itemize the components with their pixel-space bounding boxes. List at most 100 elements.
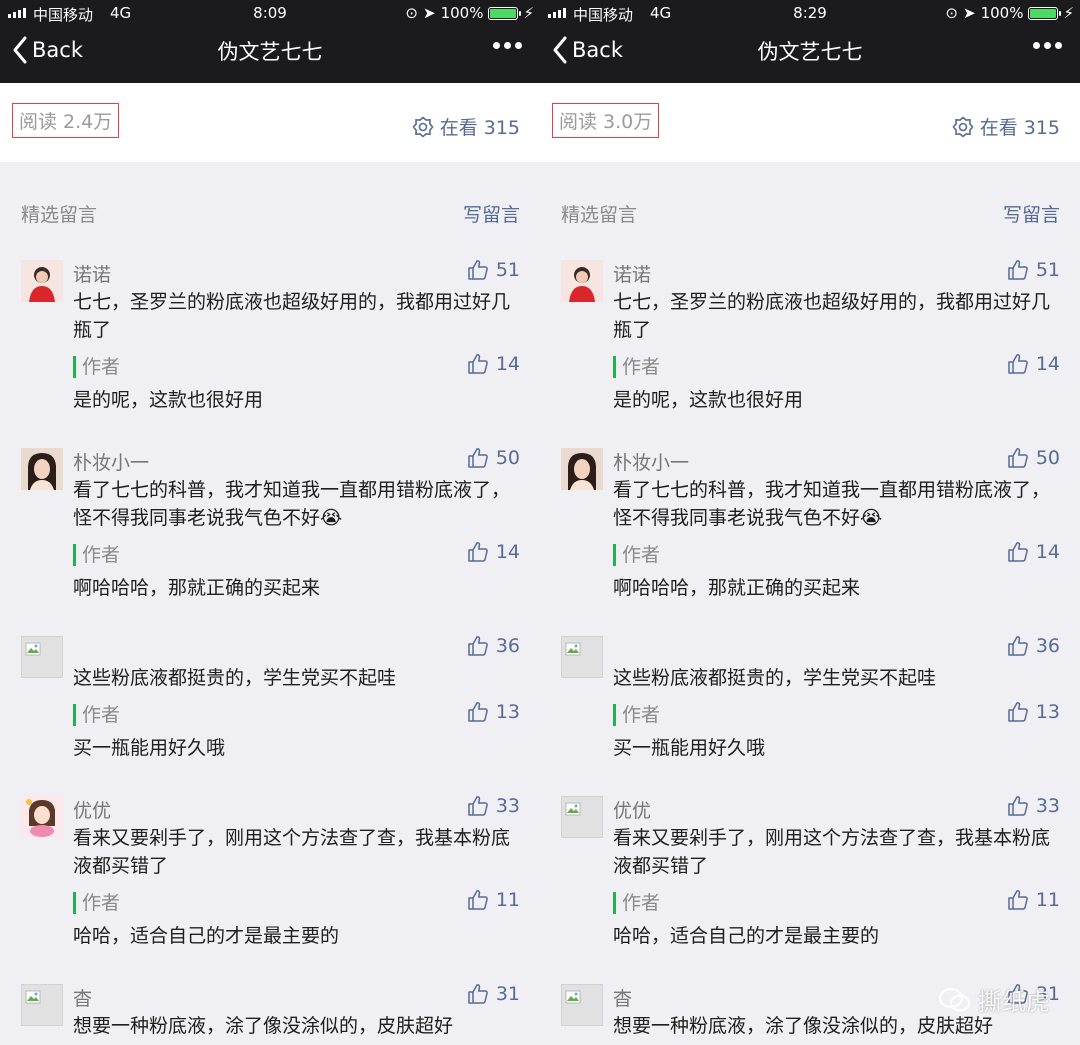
- avatar-placeholder: [561, 984, 603, 1026]
- thumbs-up-icon: [468, 984, 488, 1004]
- commenter-name: 诺诺: [613, 264, 652, 286]
- avatar: [21, 448, 63, 490]
- comment-text: 看来又要剁手了，刚用这个方法查了查，我基本粉底液都买错了: [73, 827, 511, 877]
- comment-item: 优优 33 看来又要剁手了，刚用这个方法查了查，我基本粉底液都买错了 作者 11…: [0, 794, 540, 982]
- avatar-placeholder: [561, 796, 603, 838]
- comment-item: 诺诺 51 七七，圣罗兰的粉底液也超级好用的，我都用过好几瓶了 作者 14 是的…: [540, 258, 1080, 446]
- avatar: [561, 448, 603, 490]
- nav-row: Back 伪文艺七七: [540, 32, 1080, 74]
- thumbs-up-icon: [468, 542, 488, 562]
- selected-comments-header: 精选留言 写留言: [0, 162, 540, 258]
- orientation-lock-icon: ⊙: [405, 4, 418, 22]
- like-count: 33: [495, 795, 520, 817]
- broken-image-icon: [25, 642, 41, 656]
- like-button[interactable]: 50: [1006, 446, 1060, 470]
- commenter-name: 杳: [613, 988, 633, 1010]
- like-button[interactable]: 36: [1006, 634, 1060, 658]
- write-comment-button[interactable]: 写留言: [1003, 200, 1060, 227]
- comment-item: 36 这些粉底液都挺贵的，学生党买不起哇 作者 13 买一瓶能用好久哦: [540, 634, 1080, 794]
- comment-item: 朴妆小一 50 看了七七的科普，我才知道我一直都用错粉底液了，怪不得我同事老说我…: [0, 446, 540, 634]
- right-screenshot: 中国移动 4G 8:29 ⊙ ➤ 100% ⚡ Back 伪文艺七七 阅读 3.…: [540, 0, 1080, 1045]
- write-comment-button[interactable]: 写留言: [463, 200, 520, 227]
- read-count: 阅读 2.4万: [12, 103, 120, 138]
- wechat-icon: [939, 987, 970, 1011]
- reply-like-button[interactable]: 13: [466, 700, 520, 724]
- author-reply-header: 作者 14: [73, 350, 520, 386]
- reply-like-button[interactable]: 11: [1006, 888, 1060, 912]
- status-right: ⊙ ➤ 100% ⚡: [405, 4, 534, 22]
- author-reply-header: 作者 14: [613, 538, 1060, 574]
- watching-label: 在看 315: [439, 117, 520, 139]
- commenter-name: 优优: [73, 800, 112, 822]
- author-reply-header: 作者 14: [613, 350, 1060, 386]
- comment-header: 朴妆小一 50: [73, 446, 520, 476]
- comment-text: 看来又要剁手了，刚用这个方法查了查，我基本粉底液都买错了: [613, 827, 1051, 877]
- thumbs-up-icon: [468, 636, 488, 656]
- comment-header: 诺诺 51: [73, 258, 520, 288]
- author-label: 作者: [613, 544, 660, 566]
- charging-icon: ⚡: [1063, 4, 1074, 22]
- reply-like-button[interactable]: 14: [1006, 352, 1060, 376]
- avatar: [21, 796, 63, 838]
- author-reply-header: 作者 11: [613, 886, 1060, 922]
- like-button[interactable]: 51: [466, 258, 520, 282]
- reply-text: 哈哈，适合自己的才是最主要的: [613, 925, 880, 947]
- avatar-placeholder: [21, 984, 63, 1026]
- like-button[interactable]: 51: [1006, 258, 1060, 282]
- reply-like-count: 14: [495, 353, 520, 375]
- author-label: 作者: [613, 704, 660, 726]
- like-count: 51: [1035, 259, 1060, 281]
- thumbs-up-icon: [1008, 260, 1028, 280]
- reply-like-count: 11: [495, 889, 520, 911]
- like-button[interactable]: 36: [466, 634, 520, 658]
- watching-button[interactable]: 在看 315: [952, 113, 1060, 140]
- more-icon[interactable]: [1033, 42, 1062, 49]
- avatar-placeholder: [561, 636, 603, 678]
- comment-text: 七七，圣罗兰的粉底液也超级好用的，我都用过好几瓶了: [73, 291, 511, 341]
- reply-text: 买一瓶能用好久哦: [73, 737, 226, 759]
- comment-text: 看了七七的科普，我才知道我一直都用错粉底液了，怪不得我同事老说我气色不好😭: [73, 479, 511, 529]
- comment-item: 36 这些粉底液都挺贵的，学生党买不起哇 作者 13 买一瓶能用好久哦: [0, 634, 540, 794]
- comment-item: 杳 31 想要一种粉底液，涂了像没涂似的，皮肤超好: [0, 982, 540, 1045]
- watermark-text: 撕纸虎: [978, 988, 1050, 1016]
- like-button[interactable]: 31: [466, 982, 520, 1006]
- reply-like-button[interactable]: 14: [1006, 540, 1060, 564]
- top-bar: 中国移动 4G 8:09 ⊙ ➤ 100% ⚡ Back 伪文艺七七: [0, 0, 540, 83]
- like-button[interactable]: 33: [466, 794, 520, 818]
- reply-text: 啊哈哈哈，那就正确的买起来: [613, 577, 861, 599]
- comment-header: 36: [73, 634, 520, 664]
- like-button[interactable]: 50: [466, 446, 520, 470]
- more-icon[interactable]: [493, 42, 522, 49]
- broken-image-icon: [565, 802, 581, 816]
- stats-bar: 阅读 2.4万 在看 315: [0, 83, 540, 162]
- thumbs-up-icon: [1008, 542, 1028, 562]
- like-button[interactable]: 33: [1006, 794, 1060, 818]
- commenter-name: 朴妆小一: [73, 452, 150, 474]
- left-screenshot: 中国移动 4G 8:09 ⊙ ➤ 100% ⚡ Back 伪文艺七七 阅读 2.…: [0, 0, 540, 1045]
- reply-text: 买一瓶能用好久哦: [613, 737, 766, 759]
- like-count: 33: [1035, 795, 1060, 817]
- comment-item: 朴妆小一 50 看了七七的科普，我才知道我一直都用错粉底液了，怪不得我同事老说我…: [540, 446, 1080, 634]
- reply-like-button[interactable]: 13: [1006, 700, 1060, 724]
- section-title: 精选留言: [561, 204, 638, 226]
- commenter-name: 诺诺: [73, 264, 112, 286]
- reply-like-button[interactable]: 11: [466, 888, 520, 912]
- reply-like-button[interactable]: 14: [466, 540, 520, 564]
- thumbs-up-icon: [1008, 636, 1028, 656]
- like-count: 51: [495, 259, 520, 281]
- comment-item: 优优 33 看来又要剁手了，刚用这个方法查了查，我基本粉底液都买错了 作者 11…: [540, 794, 1080, 982]
- author-reply-header: 作者 13: [613, 698, 1060, 734]
- thumbs-up-icon: [468, 702, 488, 722]
- status-bar: 中国移动 4G 8:29 ⊙ ➤ 100% ⚡: [540, 0, 1080, 26]
- comment-header: 杳 31: [73, 982, 520, 1012]
- author-label: 作者: [613, 356, 660, 378]
- watching-button[interactable]: 在看 315: [412, 113, 520, 140]
- reply-like-count: 14: [1035, 353, 1060, 375]
- reply-like-button[interactable]: 14: [466, 352, 520, 376]
- top-bar: 中国移动 4G 8:29 ⊙ ➤ 100% ⚡ Back 伪文艺七七: [540, 0, 1080, 83]
- thumbs-up-icon: [468, 260, 488, 280]
- commenter-name: 优优: [613, 800, 652, 822]
- page-title: 伪文艺七七: [217, 40, 323, 64]
- reply-text: 是的呢，这款也很好用: [613, 389, 804, 411]
- commenter-name: 朴妆小一: [613, 452, 690, 474]
